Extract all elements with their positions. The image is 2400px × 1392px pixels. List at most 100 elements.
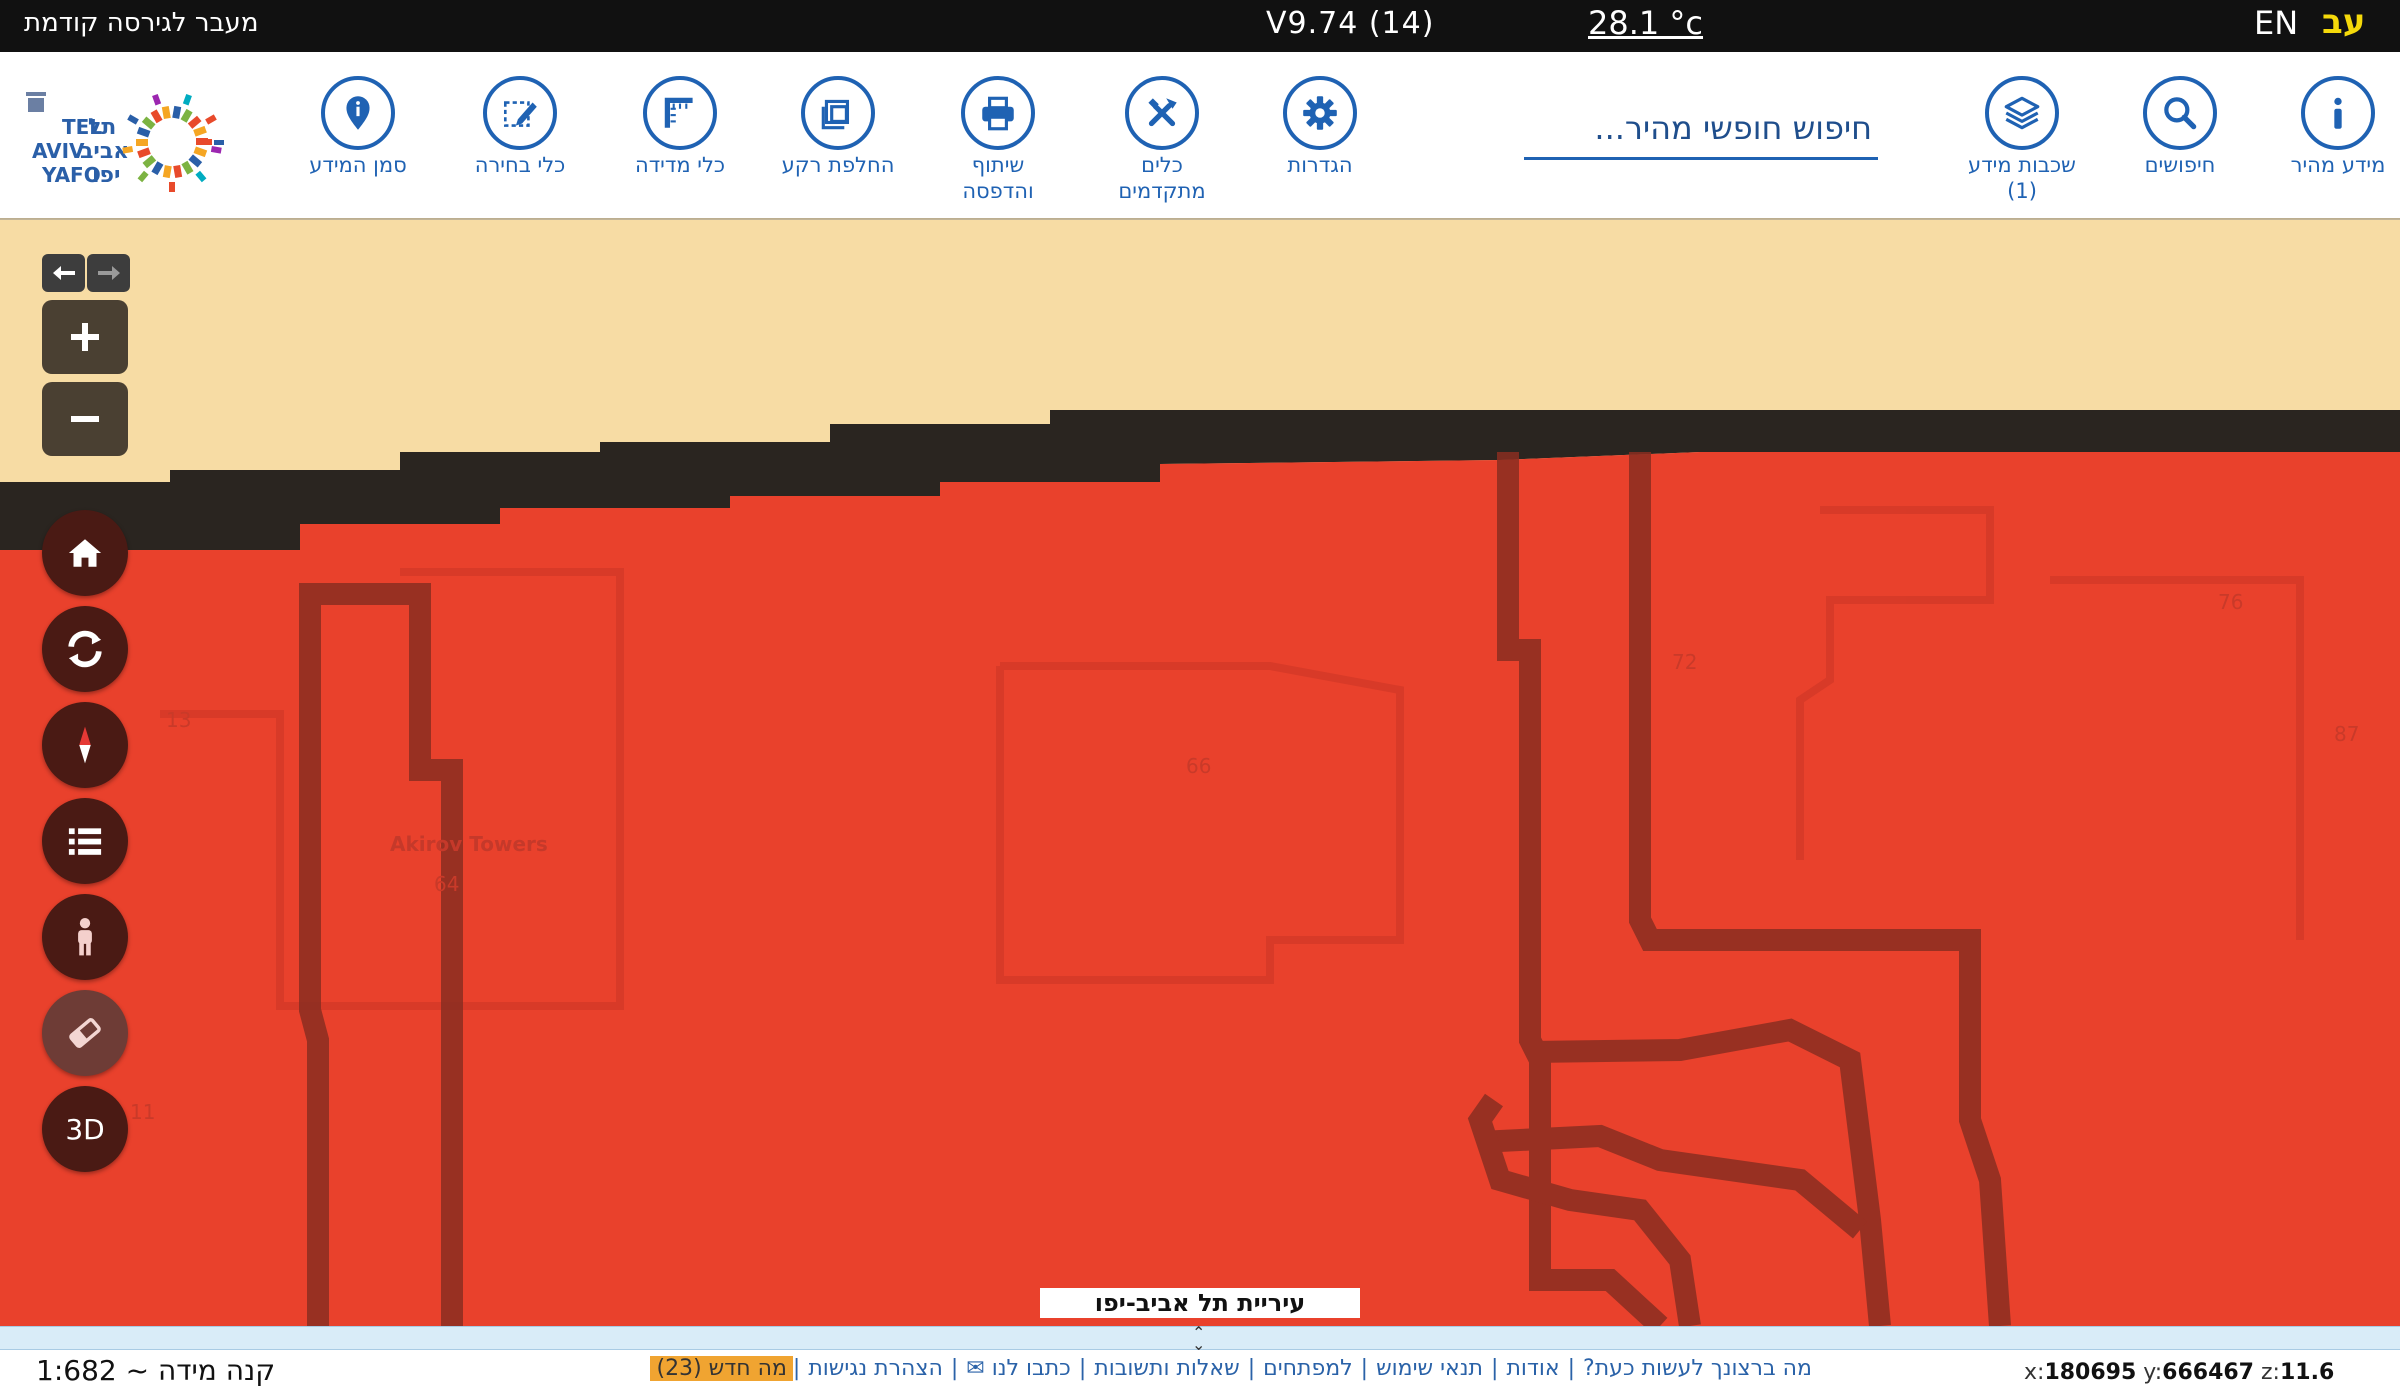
link-separator: | [1247,1356,1256,1381]
zoom-in-button[interactable] [42,300,128,374]
whats-new-badge[interactable]: מה חדש (23) [650,1356,793,1381]
measure-tools-label: כלי מדידה [634,153,726,177]
info-marker-label: סמן המידע [309,153,407,177]
list-icon [68,828,102,855]
arrow-left-icon[interactable] [42,254,85,292]
printer-icon [961,76,1035,150]
map-pin-icon [321,76,395,150]
footer-link-what-to-do[interactable]: מה ברצונך לעשות כעת? [1575,1356,1820,1381]
language-en-button[interactable]: EN [2254,4,2298,42]
select-edit-icon [483,76,557,150]
share-print-button[interactable]: שיתוף והדפסה [918,76,1078,204]
street-view-button[interactable] [42,894,128,980]
parcel-label: 76 [2218,590,2244,614]
background-swap-icon [801,76,875,150]
parcel-label: 72 [1672,650,1698,674]
link-separator: | [1491,1356,1499,1381]
refresh-button[interactable] [42,606,128,692]
language-he-button[interactable]: עב [2322,2,2365,42]
person-icon [78,918,92,956]
coord-z-value: 11.6 [2279,1360,2335,1385]
link-separator: | [792,1356,801,1381]
svg-text:AVIV: AVIV [32,139,85,163]
logo-graphic: TEL AVIV YAFO תל אביב יפו [26,92,224,192]
svg-text:אביב: אביב [80,139,129,164]
temperature-link[interactable]: 28.1 °c [1588,4,1703,42]
tools-icon [1125,76,1199,150]
home-icon [68,539,102,567]
parcel-label: 87 [2334,722,2360,746]
link-separator: | [1360,1356,1369,1381]
gear-icon [1283,76,1357,150]
coordinates-readout: x:180695 y:666467 z:11.6 [2024,1360,2334,1385]
zoom-out-button[interactable] [42,382,128,456]
footer-links: מה ברצונך לעשות כעת? | אודות | תנאי שימו… [580,1356,1820,1381]
link-separator: | [1078,1356,1087,1381]
3d-label: 3D [65,1112,105,1146]
compass-icon [79,726,91,764]
info-marker-button[interactable]: סמן המידע [278,76,438,178]
3d-view-button[interactable]: 3D [42,1086,128,1172]
scale-label: קנה מידה ~ 1:682 [36,1354,276,1387]
logo-he-tel: תל [88,115,116,140]
svg-text:יפו: יפו [92,163,121,188]
tel-aviv-logo[interactable]: TEL AVIV YAFO תל אביב יפו [22,82,252,206]
footer-link-accessibility[interactable]: הצהרת נגישות [800,1356,951,1381]
footer-link-contact[interactable]: כתבו לנו ✉ [958,1356,1079,1381]
layers-button[interactable]: שכבות מידע (1) [1942,76,2102,204]
coord-z-label: z: [2261,1360,2280,1385]
version-label: V9.74 (14) [1266,6,1435,41]
quick-search-input[interactable] [1524,100,1878,156]
arrow-right-icon[interactable] [87,254,130,292]
parcel-label: 11 [130,1100,156,1124]
search-icon [2143,76,2217,150]
layers-label: שכבות מידע (1) [1968,153,2076,203]
parcel-label: 13 [166,708,192,732]
measure-tools-button[interactable]: כלי מדידה [600,76,760,178]
parcel-label: 66 [1186,754,1212,778]
searches-label: חיפושים [2144,153,2216,177]
link-separator: | [1567,1356,1576,1381]
change-background-button[interactable]: החלפת רקע [758,76,918,178]
zoom-out-icon [71,416,99,422]
panel-splitter[interactable]: ⌃ ⌄ [0,1325,2400,1353]
coord-y-value: 666467 [2162,1360,2254,1385]
settings-label: הגדרות [1287,153,1353,177]
selection-tools-button[interactable]: כלי בחירה [440,76,600,178]
footer-link-faq[interactable]: שאלות ותשובות [1086,1356,1247,1381]
splitter-grip-icon[interactable]: ⌃ ⌄ [1192,1325,1205,1353]
footer-link-terms[interactable]: תנאי שימוש [1368,1356,1491,1381]
compass-button[interactable] [42,702,128,788]
footer-link-developers[interactable]: למפתחים [1255,1356,1361,1381]
settings-button[interactable]: הגדרות [1240,76,1400,178]
previous-version-link[interactable]: מעבר לגירסה קודמת [24,8,258,38]
share-print-label: שיתוף והדפסה [962,153,1034,203]
city-name-label: עיריית תל אביב-יפו [1040,1288,1360,1318]
searches-button[interactable]: חיפושים [2100,76,2260,178]
coord-x-label: x: [2024,1360,2045,1385]
top-bar: מעבר לגירסה קודמת V9.74 (14) 28.1 °c EN … [0,0,2400,52]
selection-tools-label: כלי בחירה [474,153,566,177]
legend-list-button[interactable] [42,798,128,884]
parcel-label: 64 [434,872,460,896]
eraser-icon [69,1018,101,1048]
main-toolbar: TEL AVIV YAFO תל אביב יפו מידע מהיר חיפו… [0,52,2400,220]
quick-info-label: מידע מהיר [2290,153,2386,177]
eraser-button[interactable] [42,990,128,1076]
advanced-tools-button[interactable]: כלים מתקדמים [1082,76,1242,204]
footer-link-about[interactable]: אודות [1498,1356,1567,1381]
advanced-tools-label: כלים מתקדמים [1118,153,1206,203]
coord-y-label: y: [2143,1360,2163,1385]
refresh-icon [68,630,102,668]
home-button[interactable] [42,510,128,596]
link-separator: | [950,1356,959,1381]
status-bar: קנה מידה ~ 1:682 מה ברצונך לעשות כעת? | … [0,1350,2400,1392]
quick-info-button[interactable]: מידע מהיר [2258,76,2400,178]
ruler-icon [643,76,717,150]
layers-icon [1985,76,2059,150]
building-name-label: Akirov Towers [390,832,548,856]
map-canvas[interactable]: 13 11 64 66 72 76 87 Akirov Towers 3D עי [0,220,2400,1326]
history-nav [42,254,130,292]
info-icon [2301,76,2375,150]
quick-search [1524,100,1878,160]
